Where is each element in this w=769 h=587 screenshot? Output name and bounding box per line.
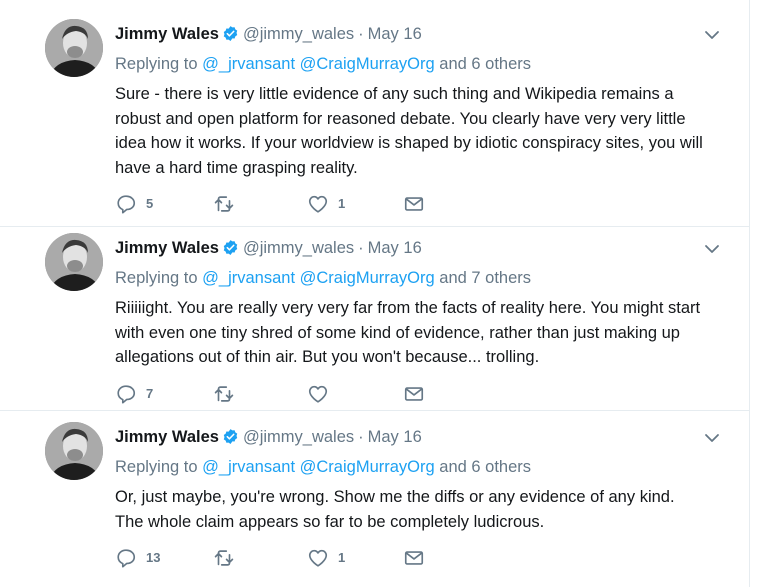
avatar-photo <box>45 233 103 291</box>
tweet-timestamp[interactable]: May 16 <box>368 239 422 257</box>
separator-dot: · <box>358 239 364 257</box>
avatar-photo <box>45 19 103 77</box>
replying-to: Replying to @_jrvansant @CraigMurrayOrg … <box>115 455 531 479</box>
envelope-icon <box>404 197 424 211</box>
others-label[interactable]: and 6 others <box>439 458 531 476</box>
verified-badge-icon <box>222 25 239 49</box>
retweet-icon <box>214 386 234 402</box>
tweet-text: Sure - there is very little evidence of … <box>115 82 725 180</box>
like-button[interactable]: 1 <box>307 192 345 216</box>
reply-count: 13 <box>146 550 161 565</box>
tweet-text: Riiiiight. You are really very very far … <box>115 296 725 370</box>
tweet-text-line: have a hard time grasping reality. <box>115 158 358 177</box>
envelope-icon <box>404 551 424 565</box>
tweet-text-line: Or, just maybe, you're wrong. Show me th… <box>115 488 675 506</box>
like-count: 1 <box>338 550 346 565</box>
heart-icon <box>308 195 328 213</box>
direct-message-button[interactable] <box>403 546 425 570</box>
mention-link[interactable]: @_jrvansant <box>202 55 295 73</box>
chevron-down-icon[interactable] <box>702 428 722 448</box>
timeline-border <box>749 0 750 587</box>
mention-link[interactable]: @CraigMurrayOrg <box>300 458 435 476</box>
mention-link[interactable]: @CraigMurrayOrg <box>300 269 435 287</box>
author-name[interactable]: Jimmy Wales <box>115 428 219 446</box>
mention-link[interactable]: @_jrvansant <box>202 458 295 476</box>
like-count: 1 <box>338 196 346 211</box>
avatar[interactable] <box>45 422 103 480</box>
author-handle[interactable]: @jimmy_wales <box>243 25 354 43</box>
replying-to: Replying to @_jrvansant @CraigMurrayOrg … <box>115 266 531 290</box>
tweet-header: Jimmy Wales @jimmy_wales · May 16 <box>115 236 422 260</box>
author-name[interactable]: Jimmy Wales <box>115 239 219 257</box>
reply-button[interactable]: 5 <box>115 192 153 216</box>
timeline: Jimmy Wales @jimmy_wales · May 16 Replying … <box>0 0 769 587</box>
tweet[interactable]: Jimmy Wales @jimmy_wales · May 16 Replying … <box>0 403 749 587</box>
tweet-text-line: idea how it works. If your worldview is … <box>115 134 703 152</box>
tweet-actions: 13 1 <box>115 546 435 570</box>
reply-count: 5 <box>146 196 154 211</box>
retweet-icon <box>214 550 234 566</box>
author-handle[interactable]: @jimmy_wales <box>243 239 354 257</box>
direct-message-button[interactable] <box>403 192 425 216</box>
mention-link[interactable]: @CraigMurrayOrg <box>300 55 435 73</box>
tweet-actions: 5 1 <box>115 192 435 216</box>
retweet-button[interactable] <box>213 192 244 216</box>
tweet-text-line: with even one tiny shred of some kind of… <box>115 323 680 342</box>
heart-icon <box>308 549 328 567</box>
avatar-photo <box>45 422 103 480</box>
like-button[interactable]: 1 <box>307 546 345 570</box>
reply-icon <box>117 549 136 568</box>
tweet-text: Or, just maybe, you're wrong. Show me th… <box>115 485 725 534</box>
retweet-button[interactable] <box>213 546 244 570</box>
reply-icon <box>117 385 136 404</box>
heart-icon <box>308 385 328 403</box>
author-handle[interactable]: @jimmy_wales <box>243 428 354 446</box>
tweet-timestamp[interactable]: May 16 <box>368 25 422 43</box>
retweet-icon <box>214 196 234 212</box>
mention-link[interactable]: @_jrvansant <box>202 269 295 287</box>
replying-to-label: Replying to <box>115 458 198 476</box>
tweet-header: Jimmy Wales @jimmy_wales · May 16 <box>115 22 422 46</box>
avatar[interactable] <box>45 19 103 77</box>
envelope-icon <box>404 387 424 401</box>
tweet[interactable]: Jimmy Wales @jimmy_wales · May 16 Replying … <box>0 214 749 410</box>
tweet-text-line: Sure - there is very little evidence of … <box>115 85 674 103</box>
replying-to: Replying to @_jrvansant @CraigMurrayOrg … <box>115 52 531 76</box>
tweet-text-line: The whole claim appears so far to be com… <box>115 512 545 531</box>
chevron-down-icon[interactable] <box>702 25 722 45</box>
reply-button[interactable]: 13 <box>115 546 160 570</box>
tweet-timestamp[interactable]: May 16 <box>368 428 422 446</box>
tweet-text-line: robust and open platform for reasoned de… <box>115 109 686 128</box>
verified-badge-icon <box>222 239 239 263</box>
others-label[interactable]: and 7 others <box>439 269 531 287</box>
replying-to-label: Replying to <box>115 269 198 287</box>
replying-to-label: Replying to <box>115 55 198 73</box>
tweet[interactable]: Jimmy Wales @jimmy_wales · May 16 Replying … <box>0 0 749 226</box>
others-label[interactable]: and 6 others <box>439 55 531 73</box>
tweet-header: Jimmy Wales @jimmy_wales · May 16 <box>115 425 422 449</box>
tweet-text-line: Riiiiight. You are really very very far … <box>115 299 701 317</box>
separator-dot: · <box>358 428 364 446</box>
verified-badge-icon <box>222 428 239 452</box>
reply-icon <box>117 195 136 214</box>
avatar[interactable] <box>45 233 103 291</box>
separator-dot: · <box>358 25 364 43</box>
author-name[interactable]: Jimmy Wales <box>115 25 219 43</box>
tweet-text-line: allegations out of thin air. But you won… <box>115 348 540 366</box>
chevron-down-icon[interactable] <box>702 239 722 259</box>
